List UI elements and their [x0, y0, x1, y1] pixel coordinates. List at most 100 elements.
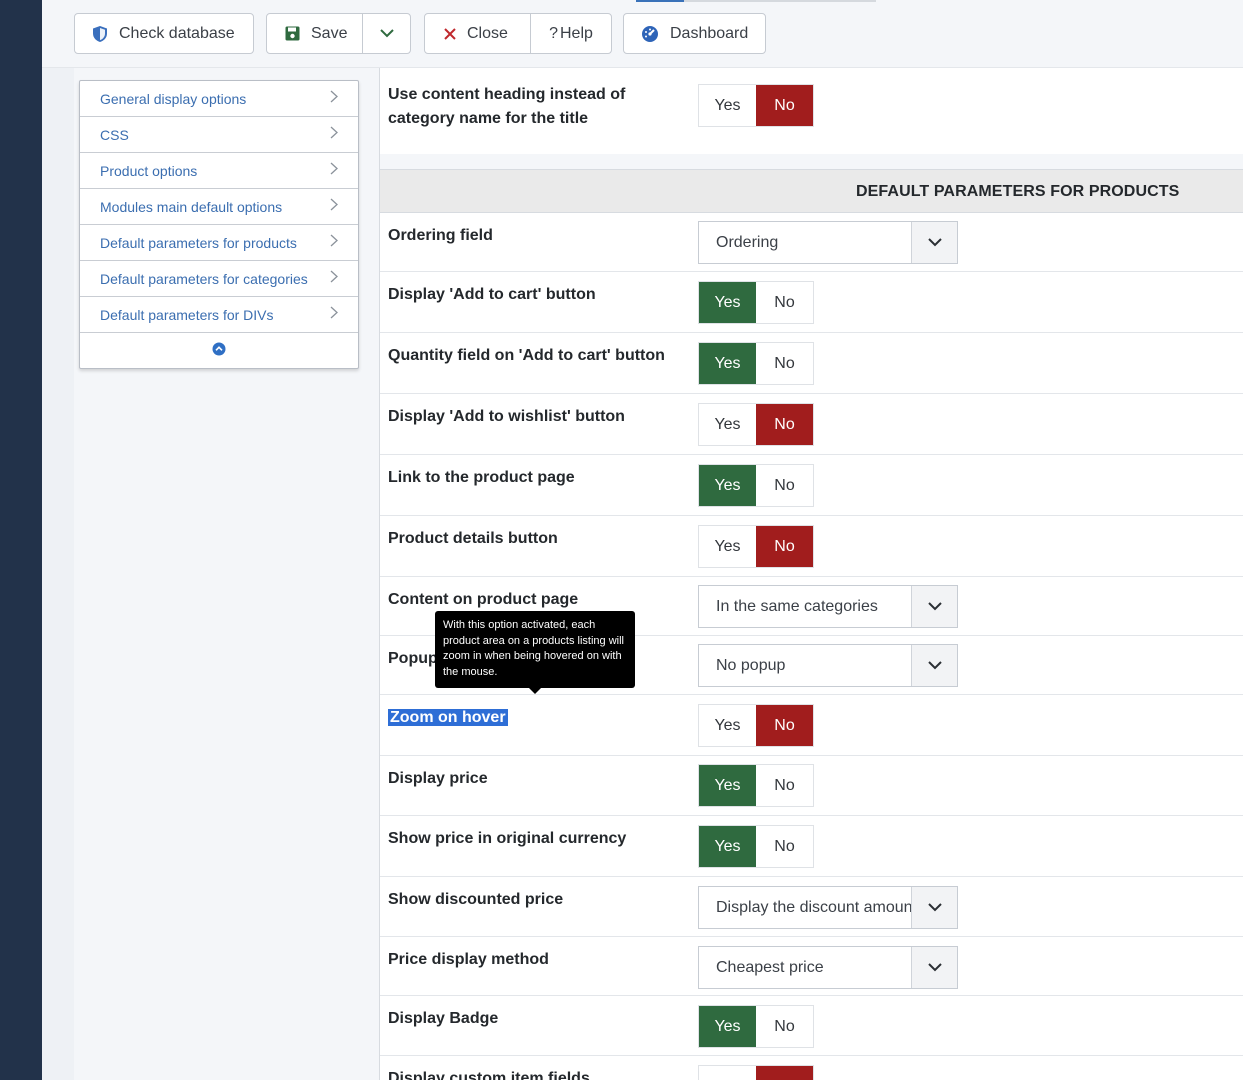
- select-value: Cheapest price: [716, 958, 824, 976]
- setting-row-ordering-field: Ordering field Ordering: [380, 213, 1243, 272]
- toggle-no-option[interactable]: No: [756, 826, 813, 867]
- save-dropdown-button[interactable]: [362, 13, 411, 54]
- setting-row-price-display-method: Price display method Cheapest price: [380, 937, 1243, 996]
- setting-row-display-badge: Display Badge Yes No: [380, 996, 1243, 1056]
- yes-no-toggle: YesNo: [698, 281, 814, 324]
- sidebar-item-css[interactable]: CSS: [80, 117, 358, 153]
- select-price-display-method[interactable]: Cheapest price: [698, 946, 958, 989]
- page-gutter: [42, 68, 74, 1080]
- chevron-down-icon: [379, 25, 394, 43]
- check-database-button[interactable]: Check database: [74, 13, 254, 54]
- options-nav: General display options CSS Product opti…: [79, 80, 359, 369]
- select-content-on-product-page[interactable]: In the same categories: [698, 585, 958, 628]
- setting-row-show-discounted-price: Show discounted price Display the discoun…: [380, 877, 1243, 937]
- sidebar-item-default-parameters-products[interactable]: Default parameters for products: [80, 225, 358, 261]
- toggle-yes-option[interactable]: Yes: [699, 465, 756, 506]
- toggle-yes-option[interactable]: Yes: [699, 1066, 756, 1080]
- tooltip-arrow: [529, 688, 541, 694]
- question-mark-icon: ?: [549, 24, 558, 42]
- setting-label: Use content heading instead of category …: [388, 83, 625, 131]
- toggle-no-option[interactable]: No: [756, 1006, 813, 1047]
- yes-no-toggle: YesNo: [698, 704, 814, 747]
- toggle-yes-option[interactable]: Yes: [699, 343, 756, 384]
- chevron-down-icon: [911, 586, 957, 627]
- toggle-yes-option[interactable]: Yes: [699, 705, 756, 746]
- yes-no-toggle: Yes No: [698, 84, 814, 127]
- toggle-no-option[interactable]: No: [756, 705, 813, 746]
- help-button[interactable]: ? Help: [530, 13, 612, 54]
- toggle-no-option[interactable]: No: [756, 404, 813, 445]
- sidebar-item-general-display-options[interactable]: General display options: [80, 81, 358, 117]
- select-ordering-field[interactable]: Ordering: [698, 221, 958, 264]
- shield-icon: [92, 25, 108, 43]
- toggle-no-option[interactable]: No: [756, 465, 813, 506]
- sidebar-item-label: General display options: [100, 90, 247, 107]
- chevron-right-icon: [330, 90, 338, 108]
- sidebar-item-label: Product options: [100, 162, 198, 179]
- x-icon: [444, 27, 456, 40]
- toggle-yes-option[interactable]: Yes: [699, 404, 756, 445]
- save-label: Save: [311, 24, 348, 42]
- setting-label: Quantity field on 'Add to cart' button: [388, 344, 665, 368]
- setting-row-quantity-field-on-add-to-cart-button: Quantity field on 'Add to cart' button Ye…: [380, 333, 1243, 394]
- setting-label: Display custom item fields: [388, 1067, 590, 1080]
- sidebar-item-label: Default parameters for categories: [100, 270, 308, 287]
- toggle-no-option[interactable]: No: [756, 526, 813, 567]
- setting-label: Product details button: [388, 527, 558, 551]
- setting-row-display-add-to-cart-button: Display 'Add to cart' button Yes No: [380, 272, 1243, 333]
- toggle-no-option[interactable]: No: [756, 85, 813, 126]
- section-title: DEFAULT PARAMETERS FOR PRODUCTS: [856, 183, 1180, 200]
- toggle-no-option[interactable]: No: [756, 282, 813, 323]
- setting-row-show-price-in-original-currency: Show price in original currency Yes No: [380, 816, 1243, 877]
- chevron-right-icon: [330, 270, 338, 288]
- setting-label: Content on product page: [388, 588, 578, 612]
- sidebar-item-default-parameters-categories[interactable]: Default parameters for categories: [80, 261, 358, 297]
- toggle-yes-option[interactable]: Yes: [699, 826, 756, 867]
- setting-label: Display Badge: [388, 1007, 498, 1031]
- select-value: Ordering: [716, 233, 779, 251]
- toggle-yes-option[interactable]: Yes: [699, 282, 756, 323]
- toggle-no-option[interactable]: No: [756, 343, 813, 384]
- setting-label: Price display method: [388, 948, 549, 972]
- yes-no-toggle: YesNo: [698, 825, 814, 868]
- yes-no-toggle: YesNo: [698, 403, 814, 446]
- setting-label: Display price: [388, 767, 488, 791]
- setting-label-text: Quantity field on 'Add to cart' button: [388, 347, 665, 364]
- toggle-yes-option[interactable]: Yes: [699, 765, 756, 806]
- select-popup[interactable]: No popup: [698, 644, 958, 687]
- setting-label-text: Link to the product page: [388, 469, 575, 486]
- save-button[interactable]: Save: [266, 13, 363, 54]
- setting-label-text: Popup: [388, 650, 438, 667]
- yes-no-toggle: YesNo: [698, 1005, 814, 1048]
- setting-label-text: Ordering field: [388, 227, 493, 244]
- yes-no-toggle: YesNo: [698, 1065, 814, 1080]
- setting-label-text: Display custom item fields: [388, 1070, 590, 1080]
- setting-label-text: Display price: [388, 770, 488, 787]
- toggle-yes-option[interactable]: Yes: [699, 526, 756, 567]
- chevron-right-icon: [330, 306, 338, 324]
- setting-row-product-details-button: Product details button Yes No: [380, 516, 1243, 577]
- yes-no-toggle: YesNo: [698, 764, 814, 807]
- chevron-right-icon: [330, 126, 338, 144]
- sidebar-item-modules-main-default-options[interactable]: Modules main default options: [80, 189, 358, 225]
- setting-label: Display 'Add to wishlist' button: [388, 405, 625, 429]
- sidebar-item-default-parameters-divs[interactable]: Default parameters for DIVs: [80, 297, 358, 333]
- setting-row-display-price: Display price Yes No: [380, 756, 1243, 816]
- setting-label: Display 'Add to cart' button: [388, 283, 596, 307]
- sidebar-collapse-button[interactable]: [80, 333, 358, 369]
- yes-no-toggle: YesNo: [698, 464, 814, 507]
- toggle-no-option[interactable]: No: [756, 1066, 813, 1080]
- toggle-yes-option[interactable]: Yes: [699, 85, 756, 126]
- select-show-discounted-price[interactable]: Display the discount amount: [698, 886, 958, 929]
- setting-label: Show discounted price: [388, 888, 563, 912]
- sidebar-item-product-options[interactable]: Product options: [80, 153, 358, 189]
- setting-row-zoom-on-hover: Zoom on hover Yes No: [380, 695, 1243, 756]
- dashboard-button[interactable]: Dashboard: [623, 13, 766, 54]
- section-header: DEFAULT PARAMETERS FOR PRODUCTS: [380, 169, 1243, 213]
- setting-row-link-to-the-product-page: Link to the product page Yes No: [380, 455, 1243, 516]
- close-button[interactable]: Close: [424, 13, 531, 54]
- setting-label: Show price in original currency: [388, 827, 626, 851]
- toggle-no-option[interactable]: No: [756, 765, 813, 806]
- toggle-yes-option[interactable]: Yes: [699, 1006, 756, 1047]
- setting-row-content-heading: Use content heading instead of category …: [380, 68, 1243, 154]
